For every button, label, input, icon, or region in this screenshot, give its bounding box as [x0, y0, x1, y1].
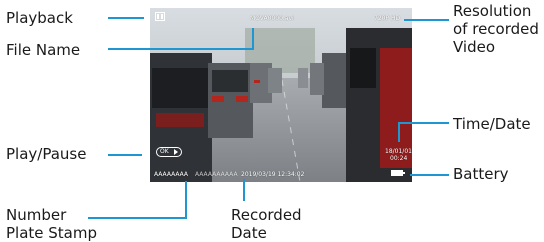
resolution-text: 720P HD — [374, 15, 401, 22]
leader-playback — [108, 17, 144, 19]
callout-recorded-date: Recorded Date — [231, 206, 302, 242]
callout-resolution-line2: of recorded — [453, 20, 539, 38]
leader-file-name-riser — [252, 28, 254, 50]
leader-battery — [410, 174, 449, 176]
play-pause-button[interactable]: OK — [156, 147, 182, 157]
callout-resolution-line3: Video — [453, 38, 496, 56]
callout-battery: Battery — [453, 165, 509, 183]
play-pause-icon — [174, 149, 178, 155]
callout-resolution-line1: Resolution — [453, 2, 532, 20]
time-text-date: 18/01/01 — [385, 148, 412, 155]
plate-stamp-text: AAAAAAAA — [154, 171, 189, 178]
callout-recorded-date-line2: Date — [231, 224, 267, 242]
leader-time-date — [398, 122, 449, 124]
leader-time-date-riser — [398, 122, 400, 142]
file-name-text: MOVA0000.avi — [250, 15, 294, 22]
leader-plate-stamp — [88, 217, 187, 219]
recorded-date-text: 2019/03/19 12:34:02 — [241, 171, 305, 178]
callout-playback: Playback — [6, 9, 73, 27]
callout-number-plate-stamp-line2: Plate Stamp — [6, 224, 98, 242]
road-scene-photo — [150, 8, 412, 182]
callout-number-plate-stamp: Number Plate Stamp — [6, 206, 97, 242]
callout-play-pause: Play/Pause — [6, 145, 87, 163]
battery-icon — [391, 170, 405, 176]
leader-file-name — [108, 48, 254, 50]
callout-resolution: Resolution of recorded Video — [453, 2, 539, 56]
leader-recorded-date — [243, 179, 245, 201]
leader-plate-stamp-riser — [185, 181, 187, 219]
callout-file-name: File Name — [6, 41, 81, 59]
dashcam-screen: MOVA0000.avi 720P HD 18/01/01 00:24 OK A… — [150, 8, 412, 182]
ok-label: OK — [160, 148, 169, 155]
time-text-clock: 00:24 — [390, 155, 408, 162]
leader-resolution — [404, 19, 449, 21]
playback-icon[interactable] — [155, 12, 165, 21]
callout-recorded-date-line1: Recorded — [231, 206, 302, 224]
plate-stamp-faded-text: AAAAAAAAAA — [195, 171, 238, 178]
callout-number-plate-stamp-line1: Number — [6, 206, 67, 224]
leader-play-pause — [108, 154, 142, 156]
callout-time-date: Time/Date — [453, 115, 531, 133]
